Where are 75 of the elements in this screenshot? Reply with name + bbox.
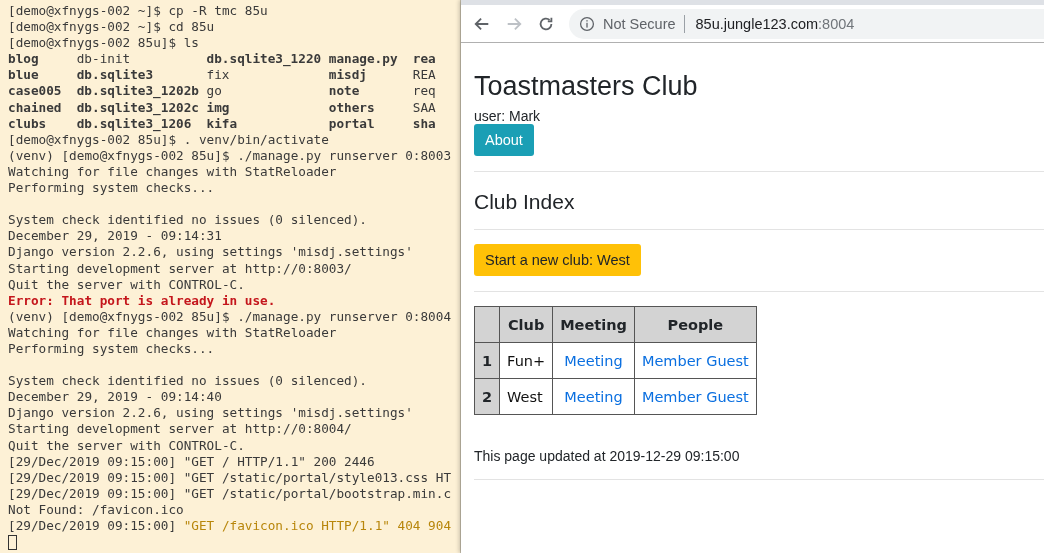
terminal-line: (venv) [demo@xfnygs-002 85u]$ ./manage.py runserver 0:8004 [8, 308, 452, 324]
error-message: Error: That port is already in use. [8, 292, 276, 308]
file-name: req [412, 83, 437, 100]
people-link[interactable]: Member [641, 352, 702, 369]
terminal-line: System check identified no issues (0 silenced). [8, 211, 367, 229]
file-name: manage.py [328, 51, 399, 68]
terminal-line: (venv) [demo@xfnygs-002 85u]$ ./manage.py runserver 0:8003 [8, 147, 452, 163]
file-name: blue [8, 67, 40, 84]
file-name: case005 [8, 83, 63, 100]
table-cell: West [499, 378, 553, 415]
terminal-line: Starting development server at http://0:8004/ [8, 421, 352, 437]
file-name: img [206, 99, 231, 116]
about-button[interactable]: About [474, 124, 534, 156]
user-label: user: Mark [474, 108, 542, 124]
file-name: portal [328, 115, 376, 132]
file-name: fix [206, 67, 231, 84]
file-name: db.sqlite3_1202c [76, 99, 200, 116]
terminal-line: [demo@xfnygs-002 85u]$ . venv/bin/activate [8, 131, 329, 147]
file-name: db-init [76, 51, 132, 68]
file-name: db.sqlite3 [76, 67, 155, 84]
terminal-line: Watching for file changes with StatReloader [8, 163, 337, 179]
terminal-line: December 29, 2019 - 09:14:31 [8, 228, 222, 244]
url-host: 85u.jungle123.com [695, 15, 819, 32]
file-name: db.sqlite3_1220 [206, 51, 323, 68]
file-name: others [328, 99, 376, 116]
terminal-line: Quit the server with CONTROL-C. [8, 276, 245, 292]
terminal-line: December 29, 2019 - 09:14:40 [8, 389, 222, 405]
terminal-line: Quit the server with CONTROL-C. [8, 437, 245, 453]
column-header: Meeting [552, 306, 635, 343]
terminal-line: Starting development server at http://0:8003/ [8, 260, 352, 276]
file-name: SAA [412, 99, 437, 116]
file-name: note [328, 83, 361, 100]
page-title: Toastmasters Club [474, 71, 699, 102]
column-header: People [634, 306, 757, 343]
section-title: Club Index [474, 190, 576, 214]
terminal-line: Django version 2.2.6, using settings 'misdj.settings' [8, 405, 413, 421]
file-name: misdj [328, 67, 368, 84]
info-icon[interactable] [579, 15, 595, 32]
people-link[interactable]: Guest [706, 388, 749, 405]
file-name: go [206, 83, 223, 100]
terminal-line: "GET /favicon.ico HTTP/1.1" 404 904 [183, 518, 452, 533]
address-bar[interactable]: Not Secure 85u.jungle123.com:8004 [569, 8, 1044, 39]
column-header [474, 306, 500, 343]
terminal-line: [demo@xfnygs-002 85u]$ ls [8, 35, 199, 51]
file-name: rea [412, 51, 437, 68]
terminal-line: Performing system checks... [8, 340, 215, 356]
terminal-line: Django version 2.2.6, using settings 'misdj.settings' [8, 244, 413, 260]
file-name: db.sqlite3_1202b [76, 83, 200, 100]
column-header: Club [499, 306, 553, 343]
file-name: REA [412, 67, 437, 84]
file-name: chained [8, 99, 63, 116]
table-cell: Fun+ [499, 342, 553, 379]
people-link[interactable]: Guest [706, 352, 749, 369]
url-port: :8004 [818, 15, 855, 32]
terminal-line: System check identified no issues (0 silenced). [8, 372, 367, 390]
file-name: blog [8, 51, 40, 68]
file-name: sha [412, 115, 437, 132]
terminal-line: [demo@xfnygs-002 ~]$ cd 85u [8, 19, 215, 35]
security-label: Not Secure [603, 15, 676, 32]
terminal-line: [demo@xfnygs-002 ~]$ cp -R tmc 85u [8, 3, 268, 18]
row-number: 1 [474, 342, 500, 379]
terminal-line: [29/Dec/2019 09:15:00] "GET /static/portal/bootstrap.min.c [8, 485, 452, 501]
terminal-line: [29/Dec/2019 09:15:00] "GET / HTTP/1.1" 200 2446 [8, 453, 375, 469]
terminal-line: [29/Dec/2019 09:15:00] [8, 518, 178, 533]
file-name: db.sqlite3_1206 [76, 115, 192, 132]
people-link[interactable]: Member [641, 388, 702, 405]
terminal-line: Performing system checks... [8, 180, 215, 196]
terminal-line: [29/Dec/2019 09:15:00] "GET /static/portal/style013.css HT [8, 469, 452, 485]
updated-text: This page updated at 2019-12-29 09:15:00 [474, 448, 741, 464]
terminal-line: Not Found: /favicon.ico [8, 501, 184, 517]
file-name: kifa [206, 115, 239, 132]
row-number: 2 [474, 378, 500, 415]
file-name: clubs [8, 115, 48, 132]
new-club-button[interactable]: Start a new club: West [474, 244, 641, 276]
terminal-line: Watching for file changes with StatReloader [8, 324, 337, 340]
